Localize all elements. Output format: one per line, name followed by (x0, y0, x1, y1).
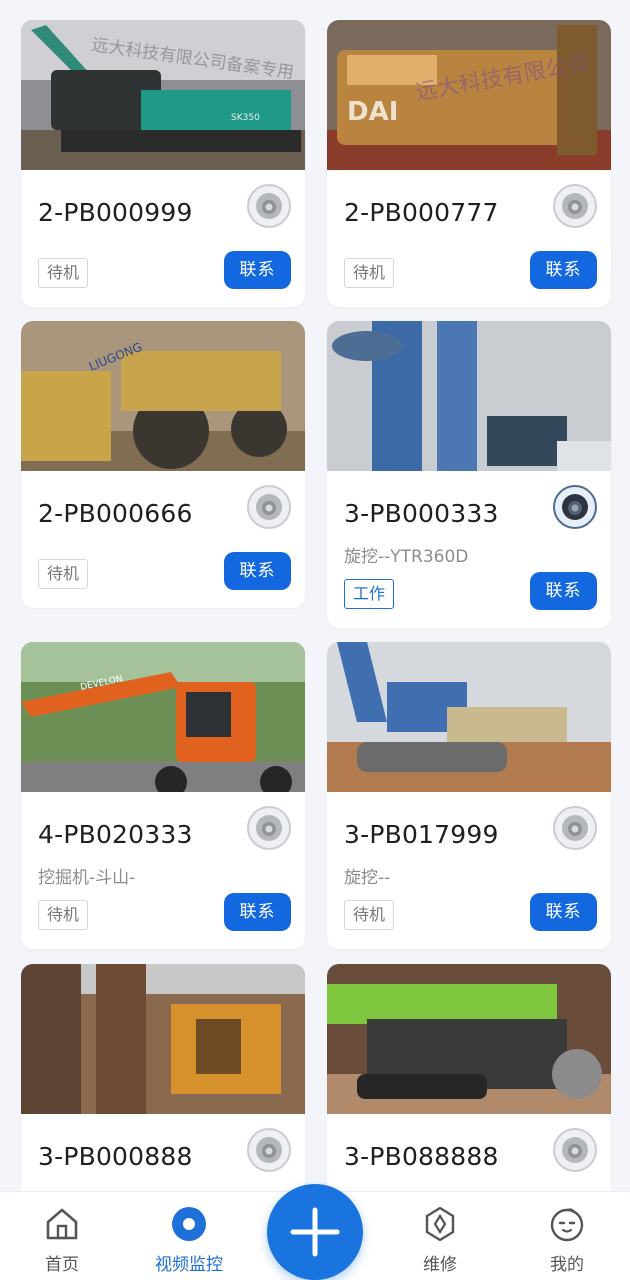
equipment-photo (327, 964, 611, 1114)
equipment-model: 挖掘机-斗山- (38, 868, 136, 888)
contact-button[interactable]: 联系 (224, 893, 291, 931)
equipment-photo: SK350 远大科技有限公司备案专用 (21, 20, 305, 170)
camera-icon[interactable] (553, 806, 597, 850)
nav-mine-label: 我的 (550, 1255, 584, 1275)
camera-icon[interactable] (553, 485, 597, 529)
equipment-model: 旋挖--YTR360D (344, 547, 469, 567)
nav-video[interactable]: 视频监控 (139, 1192, 239, 1280)
status-badge: 待机 (38, 900, 89, 930)
status-badge: 待机 (38, 559, 89, 589)
profile-face-icon (547, 1204, 587, 1244)
equipment-photo: DAI 远大科技有限公司 (327, 20, 611, 170)
equipment-code: 3-PB000888 (38, 1142, 193, 1171)
equipment-model: 旋挖-- (344, 868, 391, 888)
contact-button[interactable]: 联系 (224, 552, 291, 590)
equipment-code: 3-PB000333 (344, 499, 499, 528)
equipment-card[interactable]: SK350 远大科技有限公司备案专用 2-PB000999 待机 联系 (21, 20, 305, 307)
equipment-code: 2-PB000666 (38, 499, 193, 528)
equipment-card[interactable]: LIUGONG 2-PB000666 待机 联系 (21, 321, 305, 608)
equipment-code: 3-PB017999 (344, 820, 499, 849)
contact-button[interactable]: 联系 (530, 893, 597, 931)
equipment-photo (327, 321, 611, 471)
equipment-card[interactable]: 3-PB088888 (327, 964, 611, 1204)
plus-icon (290, 1207, 340, 1257)
nav-repair[interactable]: 维修 (390, 1192, 490, 1280)
camera-icon[interactable] (247, 1128, 291, 1172)
camera-icon[interactable] (247, 184, 291, 228)
camera-icon[interactable] (247, 485, 291, 529)
equipment-code: 3-PB088888 (344, 1142, 499, 1171)
camera-icon[interactable] (247, 806, 291, 850)
equipment-photo: LIUGONG (21, 321, 305, 471)
equipment-card[interactable]: 3-PB000333 旋挖--YTR360D 工作 联系 (327, 321, 611, 628)
contact-button[interactable]: 联系 (224, 251, 291, 289)
video-monitor-icon (169, 1204, 209, 1244)
equipment-card[interactable]: DAI 远大科技有限公司 2-PB000777 待机 联系 (327, 20, 611, 307)
home-icon (42, 1204, 82, 1244)
equipment-photo (327, 642, 611, 792)
equipment-code: 2-PB000777 (344, 198, 499, 227)
camera-icon[interactable] (553, 184, 597, 228)
contact-button[interactable]: 联系 (530, 572, 597, 610)
equipment-code: 4-PB020333 (38, 820, 193, 849)
status-badge: 待机 (38, 258, 89, 288)
nav-home-label: 首页 (45, 1255, 79, 1275)
nav-video-label: 视频监控 (155, 1255, 223, 1275)
svg-text:SK350: SK350 (231, 113, 260, 123)
nav-repair-label: 维修 (423, 1255, 457, 1275)
equipment-code: 2-PB000999 (38, 198, 193, 227)
equipment-photo: DEVELON (21, 642, 305, 792)
equipment-photo (21, 964, 305, 1114)
status-badge: 待机 (344, 900, 395, 930)
nav-home[interactable]: 首页 (12, 1192, 112, 1280)
equipment-grid: SK350 远大科技有限公司备案专用 2-PB000999 待机 联系 DAI … (0, 0, 630, 1280)
camera-icon[interactable] (553, 1128, 597, 1172)
nav-mine[interactable]: 我的 (517, 1192, 617, 1280)
contact-button[interactable]: 联系 (530, 251, 597, 289)
svg-text:DAI: DAI (347, 97, 398, 127)
add-button[interactable] (267, 1184, 363, 1280)
status-badge: 工作 (344, 579, 395, 609)
status-badge: 待机 (344, 258, 395, 288)
repair-icon (420, 1204, 460, 1244)
equipment-card[interactable]: 3-PB017999 旋挖-- 待机 联系 (327, 642, 611, 949)
equipment-card[interactable]: DEVELON 4-PB020333 挖掘机-斗山- 待机 联系 (21, 642, 305, 949)
equipment-card[interactable]: 3-PB000888 (21, 964, 305, 1204)
